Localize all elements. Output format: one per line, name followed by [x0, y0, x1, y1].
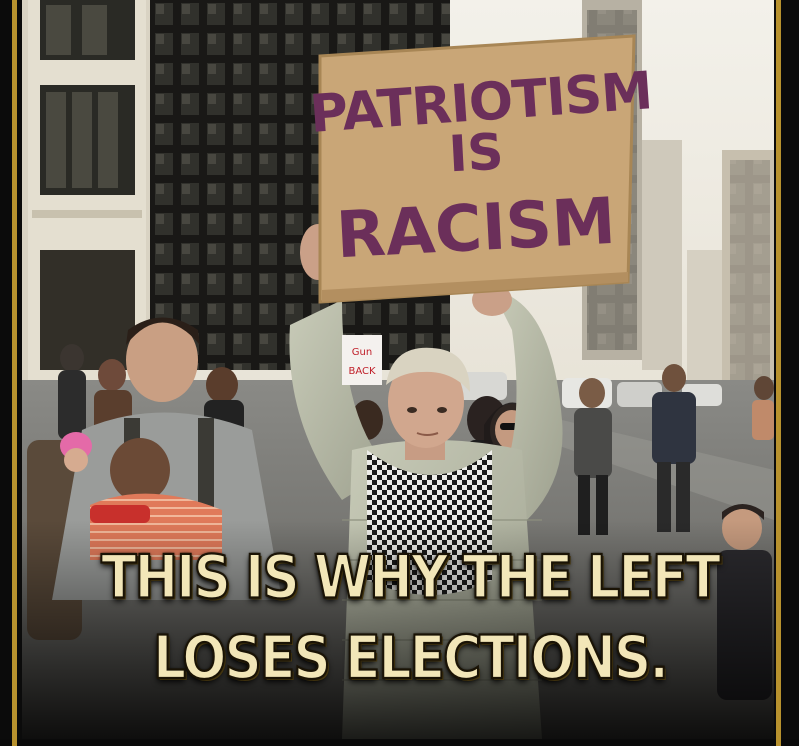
meme-caption: THIS IS WHY THE LEFT LOSES ELECTIONS. [60, 538, 760, 699]
caption-line1: THIS IS WHY THE LEFT [100, 542, 722, 613]
caption-line2: LOSES ELECTIONS. [152, 623, 670, 694]
meme-frame: Gun BACK PATRIOTISM IS RACISM THIS IS WH… [0, 0, 799, 746]
